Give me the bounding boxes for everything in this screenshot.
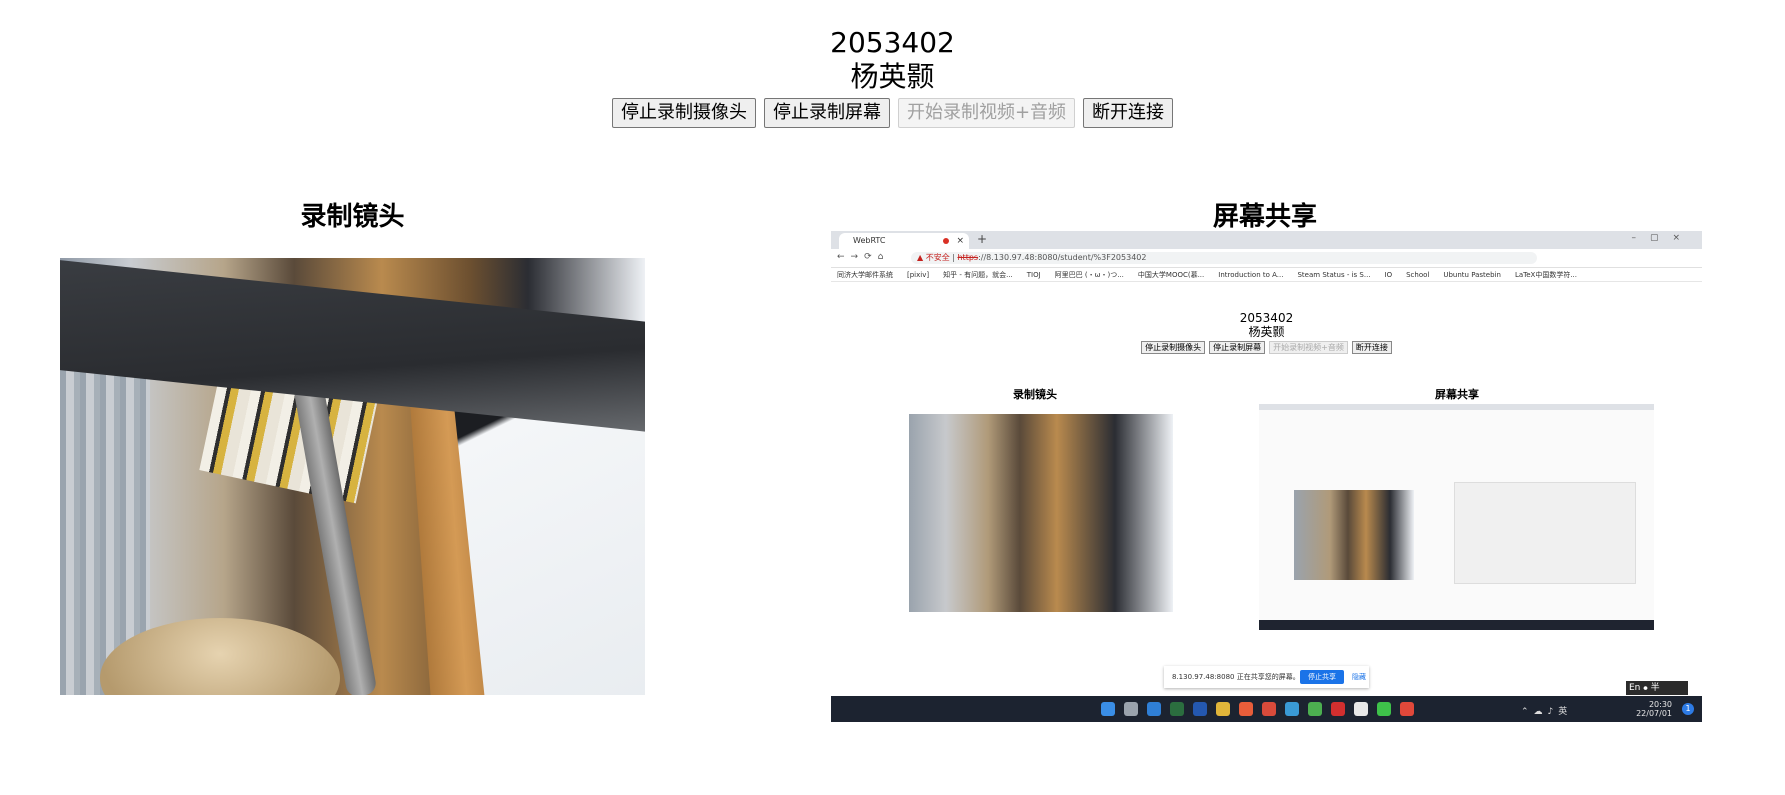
screen-share-video[interactable]: WebRTC × + –▢× ←→⟳⌂ ▲ 不安全 | https://8.13… [831,231,1702,722]
bookmark-item[interactable]: TIOJ [1027,271,1041,279]
screen-share-notice: 8.130.97.48:8080 正在共享您的屏幕。 停止共享 隐藏 [1164,666,1369,688]
recording-icon [943,238,949,244]
taskbar-app-icon[interactable] [1308,702,1322,716]
screen-section-title: 屏幕共享 [1212,202,1317,232]
url-path: ://8.130.97.48:8080/student/%3F2053402 [978,253,1147,262]
bookmark-item[interactable]: [pixiv] [907,271,929,279]
ime-indicator[interactable]: En ⦁ 半 [1626,681,1688,695]
inner-control-bar: 停止录制摄像头 停止录制屏幕 开始录制视频+音频 断开连接 [831,341,1702,354]
taskbar-app-icon[interactable] [1239,702,1253,716]
inner-screen-video [1259,404,1654,630]
nav-icons[interactable]: ←→⟳⌂ [837,252,889,262]
address-bar: ←→⟳⌂ ▲ 不安全 | https://8.130.97.48:8080/st… [831,249,1702,268]
inner-camera-title: 录制镜头 [1013,388,1057,401]
hide-notice-link[interactable]: 隐藏 [1352,666,1366,688]
inner-camera-video [909,414,1173,612]
window-controls[interactable]: –▢× [1631,233,1694,243]
clock-time: 20:30 [1648,700,1672,709]
bookmark-item[interactable]: Introduction to A... [1218,271,1283,279]
bookmarks-bar: 同济大学邮件系统 [pixiv] 知乎 - 有问题，就会... TIOJ 阿里巴巴 (・… [831,268,1702,282]
new-tab-icon[interactable]: + [977,232,987,246]
nested-screen-video [1454,482,1636,584]
browser-tab[interactable]: WebRTC × [839,233,969,249]
taskbar-app-icon[interactable] [1170,702,1184,716]
nested-taskbar [1259,620,1654,630]
tab-title: WebRTC [853,236,886,245]
clock-date: 22/07/01 [1636,709,1672,718]
taskbar-app-icon[interactable] [1285,702,1299,716]
taskbar-app-icon[interactable] [1262,702,1276,716]
notification-badge[interactable]: 1 [1682,703,1694,715]
taskbar-app-icon[interactable] [1377,702,1391,716]
insecure-label: 不安全 [925,253,950,262]
stop-screen-button[interactable]: 停止录制屏幕 [763,98,890,128]
inner-disconnect-button: 断开连接 [1351,341,1392,354]
bookmark-item[interactable]: IO [1385,271,1393,279]
inner-stop-camera-button: 停止录制摄像头 [1141,341,1206,354]
camera-video[interactable] [60,258,645,695]
bookmark-item[interactable]: Ubuntu Pastebin [1443,271,1501,279]
windows-taskbar: ⌃☁♪英 20:30 22/07/01 1 [831,696,1702,722]
page-header: 2053402 杨英颢 停止录制摄像头 停止录制屏幕 开始录制视频+音频 断开连… [0,26,1785,128]
bookmark-item[interactable]: LaTeX中国数学符... [1515,271,1577,279]
system-tray-icons[interactable]: ⌃☁♪英 [1521,704,1572,717]
close-icon[interactable]: × [956,233,964,249]
browser-tab-bar: WebRTC × + –▢× [831,231,1702,249]
taskbar-app-icon[interactable] [1354,702,1368,716]
taskbar-apps [1101,702,1414,716]
student-name: 杨英颢 [850,60,935,93]
taskbar-app-icon[interactable] [1193,702,1207,716]
taskbar-app-icon[interactable] [1147,702,1161,716]
control-bar: 停止录制摄像头 停止录制屏幕 开始录制视频+音频 断开连接 [0,98,1785,128]
inner-student-name: 杨英颢 [1248,325,1285,339]
disconnect-button[interactable]: 断开连接 [1083,98,1174,128]
taskbar-app-icon[interactable] [1400,702,1414,716]
stop-camera-button[interactable]: 停止录制摄像头 [611,98,756,128]
taskbar-app-icon[interactable] [1216,702,1230,716]
bookmark-item[interactable]: School [1406,271,1429,279]
taskbar-clock[interactable]: 20:30 22/07/01 [1636,700,1672,718]
taskbar-app-icon[interactable] [1331,702,1345,716]
student-id: 2053402 [830,26,955,59]
bookmark-item[interactable]: 阿里巴巴 (・ω・)つ... [1055,271,1124,279]
bookmark-item[interactable]: Steam Status - is S... [1297,271,1370,279]
url-field[interactable]: ▲ 不安全 | https://8.130.97.48:8080/student… [911,252,1537,264]
taskbar-app-icon[interactable] [1101,702,1115,716]
warning-icon: ▲ [917,253,926,262]
bookmark-item[interactable]: 中国大学MOOC(慕... [1138,271,1204,279]
inner-start-recording-button: 开始录制视频+音频 [1269,341,1348,354]
share-notice-text: 8.130.97.48:8080 正在共享您的屏幕。 [1172,673,1300,681]
camera-section-title: 录制镜头 [300,202,405,232]
nested-camera-video [1294,490,1414,580]
stop-sharing-button[interactable]: 停止共享 [1300,670,1344,684]
bookmark-item[interactable]: 知乎 - 有问题，就会... [943,271,1013,279]
inner-student-id: 2053402 [1239,311,1294,325]
inner-screen-title: 屏幕共享 [1435,388,1479,401]
taskbar-app-icon[interactable] [1124,702,1138,716]
inner-stop-screen-button: 停止录制屏幕 [1209,341,1266,354]
bookmark-item[interactable]: 同济大学邮件系统 [837,271,893,279]
url-scheme: https [957,253,979,262]
start-recording-button[interactable]: 开始录制视频+音频 [897,98,1076,128]
